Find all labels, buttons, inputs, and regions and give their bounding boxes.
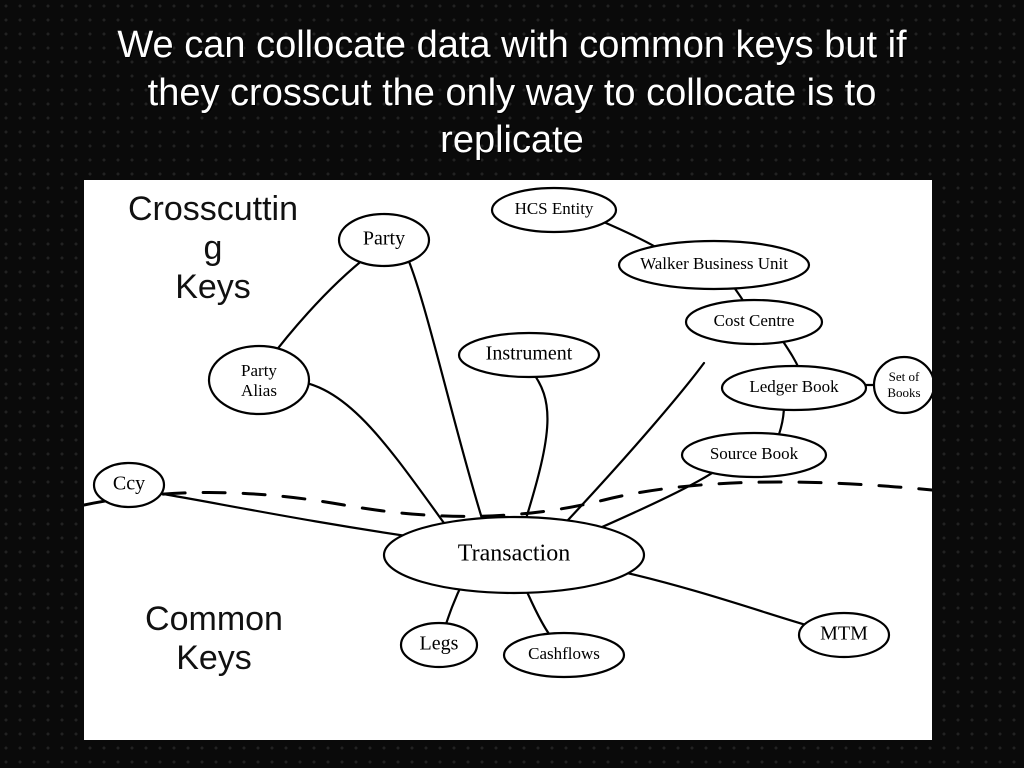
svg-text:Ccy: Ccy	[113, 473, 145, 495]
svg-text:Set of: Set of	[889, 369, 920, 384]
svg-text:Ledger Book: Ledger Book	[749, 377, 839, 396]
node-party: Party	[339, 214, 429, 266]
node-ledger-book: Ledger Book	[722, 366, 866, 410]
node-instrument: Instrument	[459, 333, 599, 377]
svg-text:Alias: Alias	[241, 381, 277, 400]
node-ccy: Ccy	[94, 463, 164, 507]
title-line-1: We can collocate data with common keys b…	[30, 22, 994, 70]
diagram-canvas: Crosscuttin g Keys Common Keys .dash{str…	[84, 180, 932, 740]
node-party-alias: Party Alias	[209, 346, 309, 414]
node-cost-centre: Cost Centre	[686, 300, 822, 344]
title-line-2: they crosscut the only way to collocate …	[30, 70, 994, 118]
diagram-svg: .dash{stroke:#000;stroke-width:3;fill:no…	[84, 180, 932, 740]
svg-text:Party: Party	[363, 228, 405, 250]
dashed-divider	[84, 482, 932, 516]
node-walker-bu: Walker Business Unit	[619, 241, 809, 289]
node-hcs-entity: HCS Entity	[492, 188, 616, 232]
node-transaction: Transaction	[384, 517, 644, 593]
slide-title: We can collocate data with common keys b…	[0, 22, 1024, 165]
node-cashflows: Cashflows	[504, 633, 624, 677]
node-source-book: Source Book	[682, 433, 826, 477]
node-legs: Legs	[401, 623, 477, 667]
node-mtm: MTM	[799, 613, 889, 657]
svg-text:HCS Entity: HCS Entity	[515, 199, 594, 218]
node-set-of-books: Set of Books	[874, 357, 932, 413]
svg-text:Party: Party	[241, 361, 277, 380]
svg-text:Source Book: Source Book	[710, 444, 799, 463]
svg-text:Cashflows: Cashflows	[528, 644, 600, 663]
svg-text:MTM: MTM	[820, 623, 868, 645]
svg-text:Books: Books	[887, 385, 920, 400]
svg-text:Instrument: Instrument	[486, 343, 573, 365]
title-line-3: replicate	[30, 117, 994, 165]
svg-text:Transaction: Transaction	[458, 541, 570, 567]
svg-text:Cost Centre: Cost Centre	[714, 311, 795, 330]
svg-text:Legs: Legs	[420, 633, 459, 655]
svg-text:Walker Business Unit: Walker Business Unit	[640, 254, 788, 273]
